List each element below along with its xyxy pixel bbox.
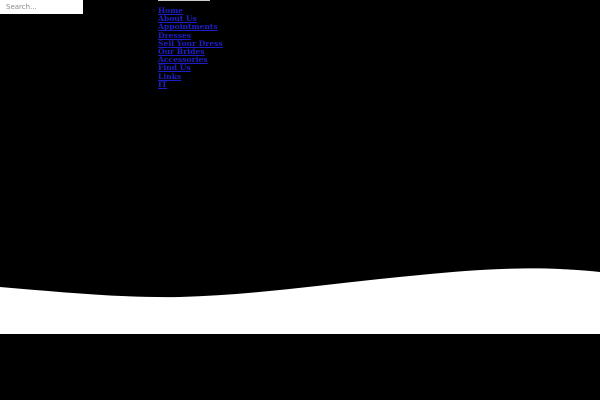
wave-decoration [0, 268, 600, 334]
top-divider [158, 0, 210, 1]
wave-shape [0, 268, 600, 334]
nav-link-it[interactable]: IT [158, 80, 167, 89]
nav-item-it[interactable]: IT [152, 80, 223, 89]
search-input[interactable] [0, 0, 83, 14]
main-nav: ◦ Home About Us Appointments Dresses Sel… [152, 6, 223, 89]
page: ◦ Home About Us Appointments Dresses Sel… [0, 0, 600, 400]
